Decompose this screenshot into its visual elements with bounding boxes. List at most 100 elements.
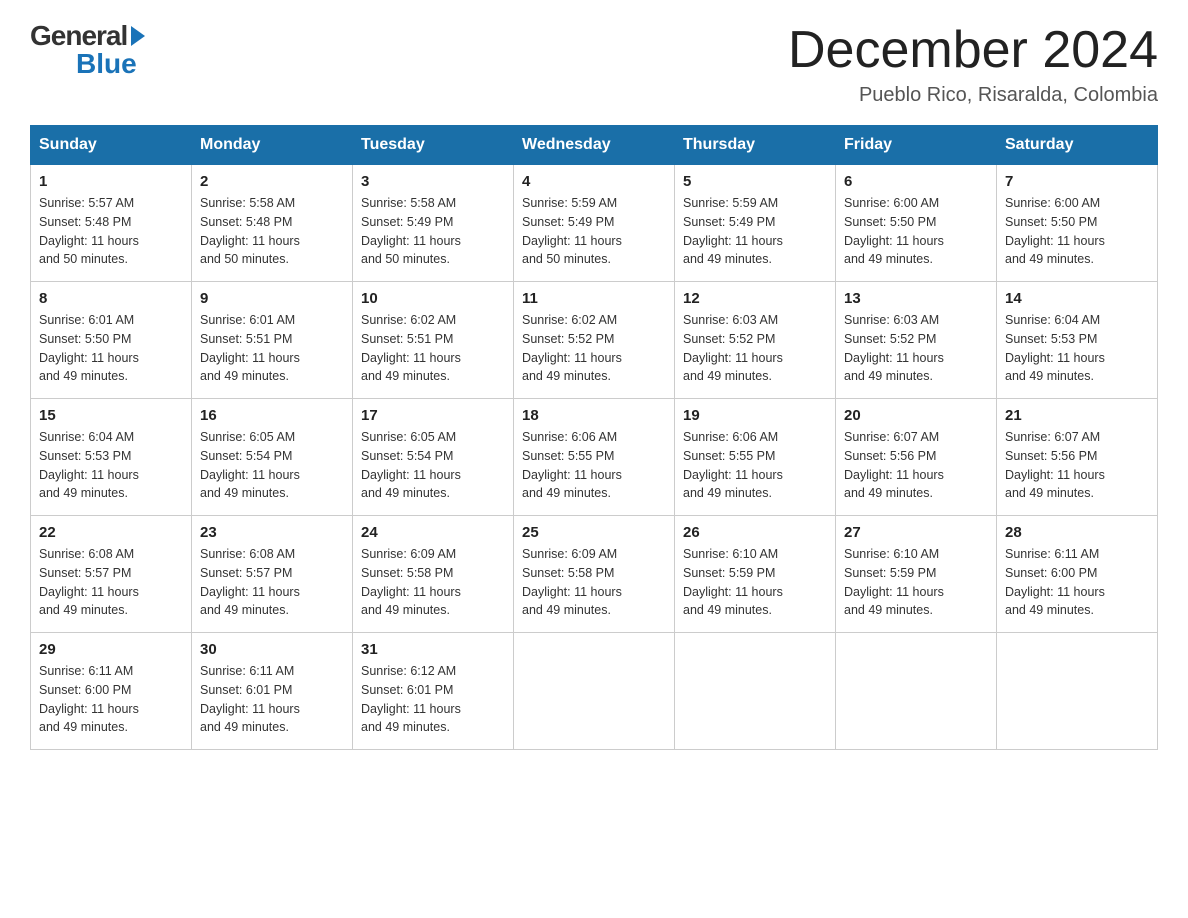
- calendar-cell: 6Sunrise: 6:00 AMSunset: 5:50 PMDaylight…: [836, 165, 997, 282]
- day-info: Sunrise: 6:10 AMSunset: 5:59 PMDaylight:…: [844, 545, 988, 620]
- day-info: Sunrise: 6:04 AMSunset: 5:53 PMDaylight:…: [39, 428, 183, 503]
- calendar-cell: 19Sunrise: 6:06 AMSunset: 5:55 PMDayligh…: [675, 399, 836, 516]
- day-info: Sunrise: 6:09 AMSunset: 5:58 PMDaylight:…: [361, 545, 505, 620]
- location-subtitle: Pueblo Rico, Risaralda, Colombia: [788, 84, 1158, 107]
- calendar-cell: 8 Sunrise: 6:01 AMSunset: 5:50 PMDaylight…: [31, 282, 192, 399]
- day-info: Sunrise: 5:58 AMSunset: 5:48 PMDaylight:…: [200, 194, 344, 269]
- calendar-cell: 21 Sunrise: 6:07 AMSunset: 5:56 PMDayligh…: [997, 399, 1158, 516]
- logo-triangle-icon: [131, 26, 145, 46]
- day-number: 18: [522, 407, 666, 424]
- day-number: 2: [200, 173, 344, 190]
- week-row-1: 1Sunrise: 5:57 AMSunset: 5:48 PMDaylight…: [31, 165, 1158, 282]
- calendar-cell: [675, 633, 836, 750]
- day-number: 3: [361, 173, 505, 190]
- calendar-cell: 15Sunrise: 6:04 AMSunset: 5:53 PMDayligh…: [31, 399, 192, 516]
- day-info: Sunrise: 6:02 AMSunset: 5:52 PMDaylight:…: [522, 311, 666, 386]
- calendar-cell: 20 Sunrise: 6:07 AMSunset: 5:56 PMDayligh…: [836, 399, 997, 516]
- week-row-4: 22Sunrise: 6:08 AMSunset: 5:57 PMDayligh…: [31, 516, 1158, 633]
- calendar-cell: 3 Sunrise: 5:58 AMSunset: 5:49 PMDaylight…: [353, 165, 514, 282]
- day-info: Sunrise: 6:11 AMSunset: 6:00 PMDaylight:…: [39, 662, 183, 737]
- weekday-header-wednesday: Wednesday: [514, 126, 675, 165]
- calendar-cell: 10Sunrise: 6:02 AMSunset: 5:51 PMDayligh…: [353, 282, 514, 399]
- calendar-cell: 1Sunrise: 5:57 AMSunset: 5:48 PMDaylight…: [31, 165, 192, 282]
- day-number: 21: [1005, 407, 1149, 424]
- calendar-cell: 17Sunrise: 6:05 AMSunset: 5:54 PMDayligh…: [353, 399, 514, 516]
- day-info: Sunrise: 6:07 AMSunset: 5:56 PMDaylight:…: [1005, 428, 1149, 503]
- day-number: 29: [39, 641, 183, 658]
- calendar-cell: 24Sunrise: 6:09 AMSunset: 5:58 PMDayligh…: [353, 516, 514, 633]
- day-number: 7: [1005, 173, 1149, 190]
- day-number: 14: [1005, 290, 1149, 307]
- calendar-cell: 16Sunrise: 6:05 AMSunset: 5:54 PMDayligh…: [192, 399, 353, 516]
- day-number: 31: [361, 641, 505, 658]
- day-number: 11: [522, 290, 666, 307]
- day-number: 25: [522, 524, 666, 541]
- day-info: Sunrise: 6:03 AMSunset: 5:52 PMDaylight:…: [683, 311, 827, 386]
- day-number: 9: [200, 290, 344, 307]
- day-info: Sunrise: 6:11 AMSunset: 6:00 PMDaylight:…: [1005, 545, 1149, 620]
- calendar-cell: 11 Sunrise: 6:02 AMSunset: 5:52 PMDayligh…: [514, 282, 675, 399]
- logo-text-blue: Blue: [76, 48, 137, 80]
- day-info: Sunrise: 6:05 AMSunset: 5:54 PMDaylight:…: [361, 428, 505, 503]
- day-info: Sunrise: 6:09 AMSunset: 5:58 PMDaylight:…: [522, 545, 666, 620]
- day-number: 30: [200, 641, 344, 658]
- calendar-cell: 9 Sunrise: 6:01 AMSunset: 5:51 PMDaylight…: [192, 282, 353, 399]
- day-info: Sunrise: 6:00 AMSunset: 5:50 PMDaylight:…: [1005, 194, 1149, 269]
- day-number: 1: [39, 173, 183, 190]
- calendar-cell: 23Sunrise: 6:08 AMSunset: 5:57 PMDayligh…: [192, 516, 353, 633]
- day-info: Sunrise: 6:06 AMSunset: 5:55 PMDaylight:…: [683, 428, 827, 503]
- calendar-cell: 12 Sunrise: 6:03 AMSunset: 5:52 PMDayligh…: [675, 282, 836, 399]
- day-info: Sunrise: 6:01 AMSunset: 5:50 PMDaylight:…: [39, 311, 183, 386]
- day-info: Sunrise: 6:08 AMSunset: 5:57 PMDaylight:…: [200, 545, 344, 620]
- day-number: 5: [683, 173, 827, 190]
- calendar-cell: [514, 633, 675, 750]
- day-number: 26: [683, 524, 827, 541]
- day-info: Sunrise: 6:05 AMSunset: 5:54 PMDaylight:…: [200, 428, 344, 503]
- calendar-cell: 13 Sunrise: 6:03 AMSunset: 5:52 PMDayligh…: [836, 282, 997, 399]
- calendar-cell: 28 Sunrise: 6:11 AMSunset: 6:00 PMDayligh…: [997, 516, 1158, 633]
- week-row-3: 15Sunrise: 6:04 AMSunset: 5:53 PMDayligh…: [31, 399, 1158, 516]
- day-info: Sunrise: 6:02 AMSunset: 5:51 PMDaylight:…: [361, 311, 505, 386]
- calendar-cell: 26 Sunrise: 6:10 AMSunset: 5:59 PMDayligh…: [675, 516, 836, 633]
- day-info: Sunrise: 6:08 AMSunset: 5:57 PMDaylight:…: [39, 545, 183, 620]
- day-number: 12: [683, 290, 827, 307]
- calendar-cell: 30Sunrise: 6:11 AMSunset: 6:01 PMDayligh…: [192, 633, 353, 750]
- day-number: 27: [844, 524, 988, 541]
- week-row-5: 29 Sunrise: 6:11 AMSunset: 6:00 PMDayligh…: [31, 633, 1158, 750]
- calendar-cell: 31 Sunrise: 6:12 AMSunset: 6:01 PMDayligh…: [353, 633, 514, 750]
- title-area: December 2024 Pueblo Rico, Risaralda, Co…: [788, 20, 1158, 107]
- day-info: Sunrise: 6:01 AMSunset: 5:51 PMDaylight:…: [200, 311, 344, 386]
- day-info: Sunrise: 5:58 AMSunset: 5:49 PMDaylight:…: [361, 194, 505, 269]
- calendar-table: SundayMondayTuesdayWednesdayThursdayFrid…: [30, 125, 1158, 750]
- day-info: Sunrise: 6:06 AMSunset: 5:55 PMDaylight:…: [522, 428, 666, 503]
- weekday-header-saturday: Saturday: [997, 126, 1158, 165]
- day-number: 20: [844, 407, 988, 424]
- day-info: Sunrise: 6:04 AMSunset: 5:53 PMDaylight:…: [1005, 311, 1149, 386]
- day-info: Sunrise: 6:03 AMSunset: 5:52 PMDaylight:…: [844, 311, 988, 386]
- calendar-cell: 5Sunrise: 5:59 AMSunset: 5:49 PMDaylight…: [675, 165, 836, 282]
- calendar-cell: 4 Sunrise: 5:59 AMSunset: 5:49 PMDaylight…: [514, 165, 675, 282]
- day-info: Sunrise: 6:07 AMSunset: 5:56 PMDaylight:…: [844, 428, 988, 503]
- day-number: 28: [1005, 524, 1149, 541]
- calendar-cell: 22Sunrise: 6:08 AMSunset: 5:57 PMDayligh…: [31, 516, 192, 633]
- calendar-cell: 7 Sunrise: 6:00 AMSunset: 5:50 PMDaylight…: [997, 165, 1158, 282]
- calendar-cell: 27 Sunrise: 6:10 AMSunset: 5:59 PMDayligh…: [836, 516, 997, 633]
- weekday-header-monday: Monday: [192, 126, 353, 165]
- weekday-header-row: SundayMondayTuesdayWednesdayThursdayFrid…: [31, 126, 1158, 165]
- logo: General Blue: [30, 20, 145, 80]
- day-info: Sunrise: 6:12 AMSunset: 6:01 PMDaylight:…: [361, 662, 505, 737]
- day-number: 13: [844, 290, 988, 307]
- calendar-cell: [836, 633, 997, 750]
- calendar-cell: 14 Sunrise: 6:04 AMSunset: 5:53 PMDayligh…: [997, 282, 1158, 399]
- week-row-2: 8 Sunrise: 6:01 AMSunset: 5:50 PMDaylight…: [31, 282, 1158, 399]
- day-info: Sunrise: 5:59 AMSunset: 5:49 PMDaylight:…: [522, 194, 666, 269]
- day-number: 8: [39, 290, 183, 307]
- month-title: December 2024: [788, 20, 1158, 80]
- weekday-header-friday: Friday: [836, 126, 997, 165]
- page-header: General Blue December 2024 Pueblo Rico, …: [30, 20, 1158, 107]
- day-info: Sunrise: 6:00 AMSunset: 5:50 PMDaylight:…: [844, 194, 988, 269]
- calendar-cell: 18 Sunrise: 6:06 AMSunset: 5:55 PMDayligh…: [514, 399, 675, 516]
- day-number: 4: [522, 173, 666, 190]
- day-info: Sunrise: 6:10 AMSunset: 5:59 PMDaylight:…: [683, 545, 827, 620]
- calendar-cell: 25 Sunrise: 6:09 AMSunset: 5:58 PMDayligh…: [514, 516, 675, 633]
